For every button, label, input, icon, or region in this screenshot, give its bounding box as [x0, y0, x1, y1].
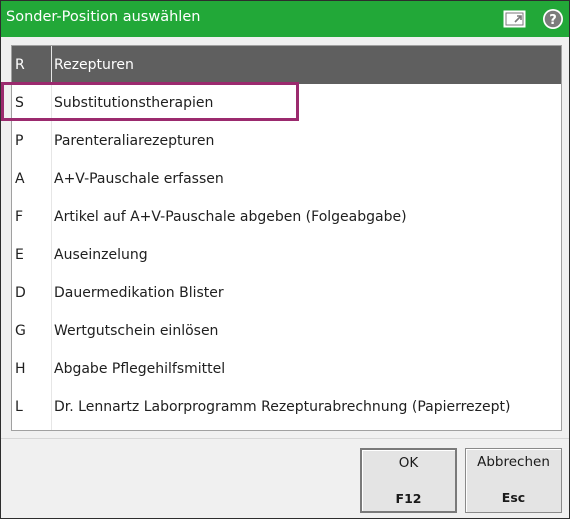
list-item-label: Dauermedikation Blister	[54, 285, 224, 301]
selection-highlight-frame	[1, 82, 299, 121]
list-item-wertgutschein[interactable]: G Wertgutschein einlösen	[12, 312, 561, 350]
help-icon[interactable]: ?	[542, 8, 564, 30]
list-item-key: D	[15, 285, 26, 301]
list-item-key: P	[15, 133, 24, 149]
list-item-key: A	[15, 171, 25, 187]
list-item-key: H	[15, 361, 26, 377]
footer-divider	[1, 438, 569, 439]
header-label: Rezepturen	[54, 57, 134, 73]
ok-button[interactable]: OK F12	[360, 448, 457, 513]
list-item-av-pauschale-erfassen[interactable]: A A+V-Pauschale erfassen	[12, 160, 561, 198]
title-bar: Sonder-Position auswählen ?	[1, 1, 569, 37]
list-header: R Rezepturen	[12, 46, 561, 84]
list-item-dauermedikation-blister[interactable]: D Dauermedikation Blister	[12, 274, 561, 312]
header-key: R	[15, 57, 25, 73]
list-item-key: F	[15, 209, 24, 225]
list-item-auseinzelung[interactable]: E Auseinzelung	[12, 236, 561, 274]
ok-button-shortcut: F12	[395, 491, 422, 506]
list-item-label: A+V-Pauschale erfassen	[54, 171, 224, 187]
window-switch-icon[interactable]	[503, 9, 527, 29]
ok-button-label: OK	[398, 455, 419, 471]
list-item-key: E	[15, 247, 24, 263]
list-item-parenteraliarezepturen[interactable]: P Parenteraliarezepturen	[12, 122, 561, 160]
list-item-label: Auseinzelung	[54, 247, 148, 263]
list-item-label: Artikel auf A+V-Pauschale abgeben (Folge…	[54, 209, 407, 225]
list-item-key: G	[15, 323, 26, 339]
window-title: Sonder-Position auswählen	[6, 9, 201, 25]
cancel-button-label: Abbrechen	[477, 454, 550, 470]
list-item-label: Dr. Lennartz Laborprogramm Rezepturabrec…	[54, 399, 511, 415]
list-item-label: Wertgutschein einlösen	[54, 323, 219, 339]
cancel-button[interactable]: Abbrechen Esc	[465, 448, 562, 513]
cancel-button-shortcut: Esc	[501, 490, 526, 505]
list-item-key: L	[15, 399, 23, 415]
list-item-folgeabgabe[interactable]: F Artikel auf A+V-Pauschale abgeben (Fol…	[12, 198, 561, 236]
sonder-position-dialog: Sonder-Position auswählen ? R Rezepturen…	[0, 0, 570, 519]
list-item-laborprogramm[interactable]: L Dr. Lennartz Laborprogramm Rezepturabr…	[12, 388, 561, 426]
list-item-label: Parenteraliarezepturen	[54, 133, 215, 149]
svg-text:?: ?	[549, 13, 557, 28]
list-item-label: Abgabe Pflegehilfsmittel	[54, 361, 226, 377]
list-item-pflegehilfsmittel[interactable]: H Abgabe Pflegehilfsmittel	[12, 350, 561, 388]
